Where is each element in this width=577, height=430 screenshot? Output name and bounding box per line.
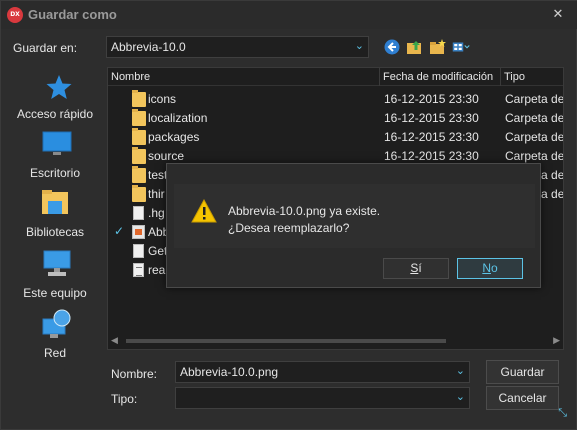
no-button[interactable]: No (457, 258, 523, 279)
file-type-label: Tipo: (111, 392, 138, 406)
sidebar-item-this-pc[interactable]: Este equipo (1, 247, 109, 303)
dialog-message-line2: ¿Desea reemplazarlo? (228, 221, 350, 235)
places-sidebar: Acceso rápido Escritorio Bibliotecas Est… (1, 63, 109, 363)
file-date: 16-12-2015 23:30 (384, 130, 479, 144)
resize-grip-icon[interactable]: ⤡ (558, 407, 567, 420)
file-type-select[interactable]: ⌄ (175, 387, 470, 409)
column-divider[interactable] (379, 68, 380, 86)
folder-icon (132, 128, 146, 145)
chevron-down-icon[interactable]: ⌄ (355, 39, 364, 52)
sidebar-item-label: Escritorio (29, 166, 80, 180)
file-icon (133, 206, 144, 220)
column-header-date[interactable]: Fecha de modificación (383, 71, 493, 83)
column-header-name[interactable]: Nombre (111, 71, 150, 83)
text-file-icon (133, 263, 144, 277)
view-menu-icon[interactable] (452, 38, 470, 56)
save-in-combo[interactable]: Abbrevia-10.0 ⌄ (106, 36, 369, 58)
save-as-dialog: DX Guardar como ✕ Guardar en: Abbrevia-1… (0, 0, 577, 430)
network-icon (42, 309, 71, 338)
sidebar-item-libraries[interactable]: Bibliotecas (1, 187, 109, 243)
file-type: Carpeta de (505, 130, 564, 144)
title-bar[interactable]: DX Guardar como ✕ (1, 1, 577, 29)
sidebar-item-desktop[interactable]: Escritorio (1, 129, 109, 185)
file-name: Get (148, 244, 168, 258)
list-item[interactable]: icons 16-12-2015 23:30 Carpeta de (108, 90, 564, 109)
checkmark-icon: ✓ (114, 224, 125, 238)
file-name: icons (148, 92, 177, 106)
scroll-thumb[interactable] (126, 339, 446, 343)
folder-icon (132, 147, 146, 164)
no-label: o (490, 261, 498, 275)
sidebar-item-label: Acceso rápido (16, 107, 94, 121)
sidebar-item-label: Red (43, 346, 66, 360)
save-in-value: Abbrevia-10.0 (111, 40, 186, 54)
cancel-button[interactable]: Cancelar (486, 386, 559, 410)
file-name: thir (148, 187, 165, 201)
replace-confirm-dialog: Abbrevia-10.0.png ya existe. ¿Desea reem… (166, 163, 541, 288)
file-name: localization (148, 111, 208, 125)
yes-button[interactable]: Sí (383, 258, 449, 279)
horizontal-scrollbar[interactable]: ◀ ▶ (108, 334, 563, 349)
folder-icon (132, 185, 146, 202)
column-headers: Nombre Fecha de modificación Tipo (108, 68, 563, 86)
dialog-message-area: Abbrevia-10.0.png ya existe. ¿Desea reem… (174, 184, 535, 248)
file-date: 16-12-2015 23:30 (384, 111, 479, 125)
file-name: source (148, 149, 185, 163)
column-divider[interactable] (500, 68, 501, 86)
list-item[interactable]: localization 16-12-2015 23:30 Carpeta de (108, 109, 564, 128)
file-name: rea (148, 263, 166, 277)
folder-icon (132, 166, 146, 183)
file-name: test (148, 168, 168, 182)
save-button[interactable]: Guardar (486, 360, 559, 384)
sidebar-item-label: Este equipo (23, 286, 87, 300)
sidebar-item-network[interactable]: Red (1, 307, 109, 363)
save-in-label: Guardar en: (13, 41, 78, 55)
file-type: Carpeta de (505, 92, 564, 106)
folder-icon (132, 90, 146, 107)
no-mnemonic: N (482, 261, 491, 275)
up-folder-icon[interactable] (406, 38, 424, 56)
folder-icon (132, 109, 146, 126)
warning-icon (191, 199, 217, 223)
dialog-message-line1: Abbrevia-10.0.png ya existe. (228, 204, 381, 218)
computer-icon (43, 250, 71, 276)
column-header-type[interactable]: Tipo (504, 71, 525, 83)
file-name: .hg (148, 206, 165, 220)
yes-label: í (418, 261, 422, 275)
file-name-field[interactable]: Abbrevia-10.0.png ⌄ (175, 361, 470, 383)
star-icon (46, 75, 72, 99)
scroll-left-icon[interactable]: ◀ (111, 335, 118, 346)
file-name-value: Abbrevia-10.0.png (180, 365, 279, 379)
window-title: Guardar como (28, 7, 117, 22)
desktop-icon (42, 131, 72, 155)
file-type: Carpeta de (505, 149, 564, 163)
scroll-right-icon[interactable]: ▶ (553, 335, 560, 346)
file-name-label: Nombre: (111, 367, 158, 381)
chevron-down-icon[interactable]: ⌄ (456, 390, 465, 403)
file-type: Carpeta de (505, 111, 564, 125)
file-icon (133, 244, 144, 258)
chevron-down-icon[interactable]: ⌄ (456, 364, 465, 377)
sidebar-item-quick-access[interactable]: Acceso rápido (1, 69, 109, 125)
libraries-icon (42, 190, 68, 214)
app-icon: DX (7, 7, 23, 23)
list-item[interactable]: packages 16-12-2015 23:30 Carpeta de (108, 128, 564, 147)
close-icon[interactable]: ✕ (550, 6, 566, 22)
file-name: packages (148, 130, 200, 144)
new-folder-icon[interactable] (429, 38, 447, 56)
file-date: 16-12-2015 23:30 (384, 149, 479, 163)
sidebar-item-label: Bibliotecas (25, 225, 85, 239)
image-file-icon (132, 225, 145, 239)
file-date: 16-12-2015 23:30 (384, 92, 479, 106)
back-icon[interactable] (383, 38, 401, 56)
